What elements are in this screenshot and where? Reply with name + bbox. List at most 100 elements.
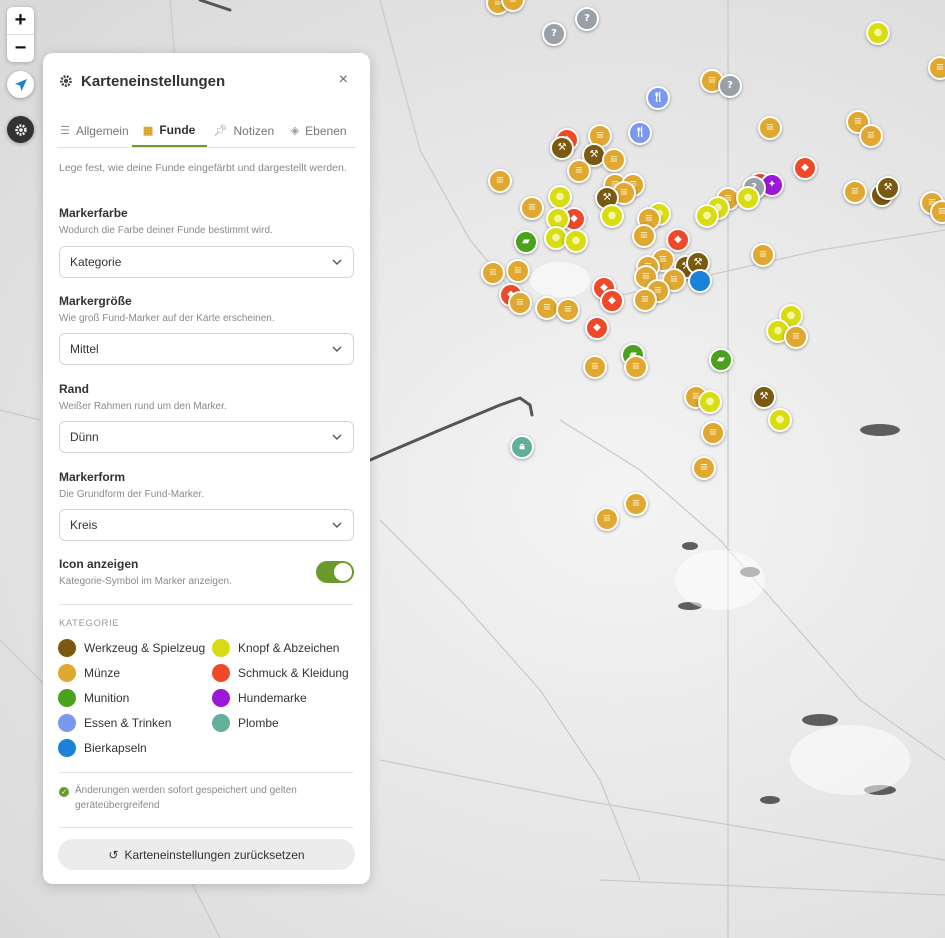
category-item: Knopf & Abzeichen (212, 639, 339, 657)
field-description: Kategorie-Symbol im Marker anzeigen. (59, 576, 232, 587)
category-label: Knopf & Abzeichen (238, 641, 340, 655)
marker-symbol-icon: ≡ (488, 267, 498, 278)
marker-unknown[interactable]: ? (718, 74, 742, 98)
show-icon-toggle[interactable] (316, 561, 354, 583)
marker-werkzeug[interactable]: ⚒ (752, 385, 776, 409)
marker-muenze[interactable]: ≡ (632, 224, 656, 248)
zoom-out-button[interactable]: − (7, 35, 34, 62)
marker-symbol-icon: ≡ (609, 154, 619, 165)
marker-werkzeug[interactable]: ⚒ (550, 136, 574, 160)
marker-plombe[interactable]: 🔒︎ (510, 435, 534, 459)
autosave-note: ✓ Änderungen werden sofort gespeichert u… (59, 783, 354, 813)
marker-knopf[interactable]: ● (695, 204, 719, 228)
marker-muenze[interactable]: ≡ (488, 169, 512, 193)
settings-button[interactable] (7, 116, 34, 143)
marker-symbol-icon: ≡ (563, 304, 573, 315)
category-color-dot (58, 664, 76, 682)
border-select[interactable]: Dünn (59, 421, 354, 453)
marker-muenze[interactable]: ≡ (624, 355, 648, 379)
marker-size-select[interactable]: Mittel (59, 333, 354, 365)
marker-muenze[interactable]: ≡ (556, 298, 580, 322)
marker-muenze[interactable]: ≡ (624, 492, 648, 516)
marker-symbol-icon: 🍴︎ (633, 127, 647, 138)
field-label: Markerfarbe (59, 206, 128, 220)
marker-muenze[interactable]: ≡ (508, 291, 532, 315)
marker-symbol-icon: ● (775, 414, 785, 425)
category-label: Münze (84, 666, 121, 680)
category-label: Bierkapseln (84, 741, 147, 755)
marker-schmuck[interactable]: ◆ (666, 228, 690, 252)
marker-schmuck[interactable]: ◆ (600, 289, 624, 313)
marker-schmuck[interactable]: ◆ (793, 156, 817, 180)
marker-muenze[interactable]: ≡ (701, 421, 725, 445)
marker-symbol-icon: ≡ (495, 175, 505, 186)
select-value: Kreis (70, 518, 98, 532)
marker-muenze[interactable]: ≡ (758, 116, 782, 140)
marker-essen[interactable]: 🍴︎ (628, 121, 652, 145)
marker-muenze[interactable]: ≡ (633, 288, 657, 312)
tab-allgemein[interactable]: ☰ Allgemein (57, 115, 132, 146)
marker-essen[interactable]: 🍴︎ (646, 86, 670, 110)
marker-knopf[interactable]: ● (866, 21, 890, 45)
marker-schmuck[interactable]: ◆ (585, 316, 609, 340)
marker-knopf[interactable]: ● (600, 204, 624, 228)
marker-muenze[interactable]: ≡ (928, 56, 945, 80)
marker-muenze[interactable]: ≡ (595, 507, 619, 531)
divider (59, 827, 354, 828)
marker-muenze[interactable]: ≡ (506, 259, 530, 283)
marker-knopf[interactable]: ● (736, 186, 760, 210)
field-label: Markerform (59, 470, 126, 484)
marker-knopf[interactable]: ● (548, 185, 572, 209)
marker-symbol-icon: ? (584, 13, 590, 24)
marker-muenze[interactable]: ≡ (602, 148, 626, 172)
marker-muenze[interactable]: ≡ (843, 180, 867, 204)
field-label: Icon anzeigen (59, 557, 139, 571)
locate-button[interactable] (7, 71, 34, 98)
marker-muenze[interactable]: ≡ (583, 355, 607, 379)
marker-unknown[interactable]: ? (575, 7, 599, 31)
zoom-in-button[interactable]: + (7, 7, 34, 34)
marker-symbol-icon: ≡ (595, 130, 605, 141)
check-icon: ✓ (59, 787, 69, 797)
marker-symbol-icon: ≡ (602, 513, 612, 524)
marker-symbol-icon: ≡ (619, 187, 629, 198)
marker-muenze[interactable]: ≡ (784, 325, 808, 349)
close-button[interactable]: × (339, 71, 348, 89)
category-item: Essen & Trinken (58, 714, 171, 732)
marker-symbol-icon: ● (702, 210, 712, 221)
marker-symbol-icon: ≡ (574, 165, 584, 176)
marker-munition[interactable]: ▰ (514, 230, 538, 254)
category-color-dot (212, 639, 230, 657)
marker-muenze[interactable]: ≡ (481, 261, 505, 285)
select-value: Mittel (70, 342, 99, 356)
marker-bierkapsel[interactable] (688, 269, 712, 293)
field-description: Wodurch die Farbe deiner Funde bestimmt … (59, 225, 273, 236)
marker-color-field: Markerfarbe Wodurch die Farbe deiner Fun… (59, 206, 354, 278)
marker-symbol-icon: ≡ (542, 302, 552, 313)
marker-symbol-icon: ≡ (765, 122, 775, 133)
tab-label: Notizen (233, 123, 275, 138)
marker-munition[interactable]: ▰ (709, 348, 733, 372)
marker-knopf[interactable]: ● (564, 229, 588, 253)
tab-notizen[interactable]: 📌︎ Notizen (207, 115, 282, 146)
tab-funde[interactable]: ▦ Funde (131, 115, 207, 147)
marker-muenze[interactable]: ≡ (520, 196, 544, 220)
marker-muenze[interactable]: ≡ (751, 243, 775, 267)
marker-symbol-icon: ⚒ (602, 192, 612, 203)
marker-muenze[interactable]: ≡ (859, 124, 883, 148)
marker-symbol-icon: ≡ (669, 274, 679, 285)
intro-text: Lege fest, wie deine Funde eingefärbt un… (59, 162, 347, 174)
tab-label: Funde (159, 123, 196, 137)
reset-settings-button[interactable]: ↺ Karteneinstellungen zurücksetzen (58, 839, 355, 870)
tab-ebenen[interactable]: ◈ Ebenen (281, 115, 356, 146)
marker-color-select[interactable]: Kategorie (59, 246, 354, 278)
marker-shape-select[interactable]: Kreis (59, 509, 354, 541)
marker-muenze[interactable]: ≡ (567, 159, 591, 183)
marker-werkzeug[interactable]: ⚒ (876, 176, 900, 200)
marker-knopf[interactable]: ● (698, 390, 722, 414)
marker-knopf[interactable]: ● (768, 408, 792, 432)
gear-icon (60, 75, 72, 87)
marker-unknown[interactable]: ? (542, 22, 566, 46)
marker-muenze[interactable]: ≡ (692, 456, 716, 480)
marker-symbol-icon: ⚒ (693, 257, 703, 268)
